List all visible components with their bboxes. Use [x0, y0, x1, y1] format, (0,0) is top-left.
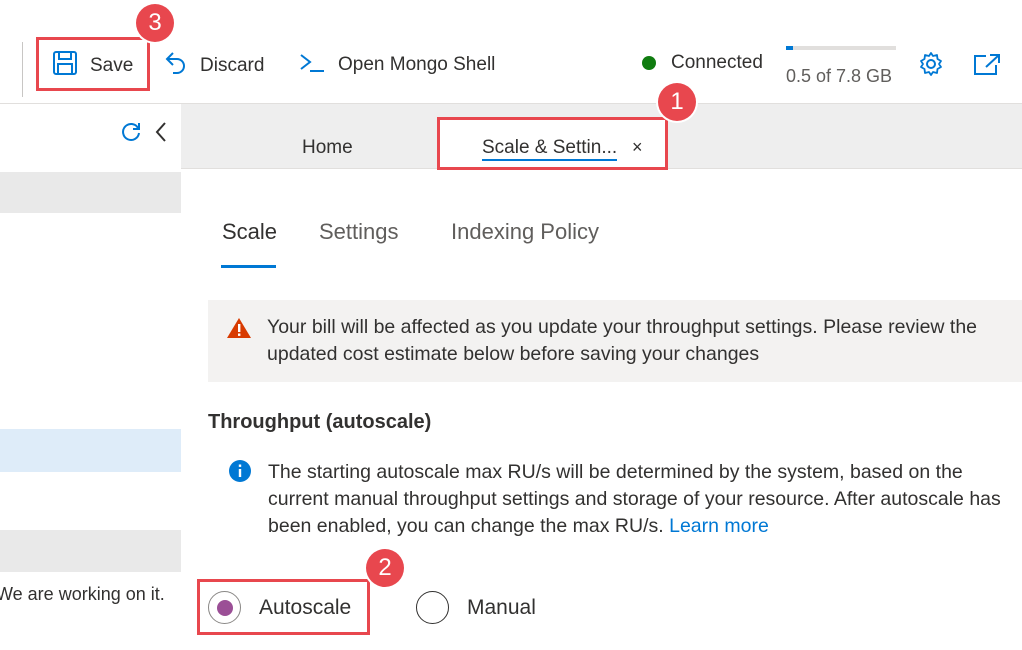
chevron-left-icon[interactable]	[154, 120, 168, 149]
undo-icon	[164, 50, 188, 82]
warning-icon	[226, 316, 252, 345]
autoscale-info-text: The starting autoscale max RU/s will be …	[268, 459, 1022, 540]
discard-label: Discard	[200, 55, 265, 76]
active-subtab-indicator	[221, 265, 276, 268]
throughput-section-title: Throughput (autoscale)	[208, 411, 432, 433]
storage-progress-bar	[786, 46, 896, 50]
connection-status-label: Connected	[671, 52, 763, 73]
info-icon	[228, 459, 252, 488]
warning-text: Your bill will be affected as you update…	[267, 316, 978, 365]
autoscale-info-body: The starting autoscale max RU/s will be …	[268, 461, 1001, 537]
callout-badge-2: 2	[366, 549, 404, 587]
callout-badge-1: 1	[658, 83, 696, 121]
discard-button[interactable]: Discard	[164, 50, 264, 82]
learn-more-link[interactable]: Learn more	[669, 515, 769, 537]
callout-box-tab	[437, 117, 668, 170]
terminal-icon	[298, 50, 326, 80]
open-in-new-icon[interactable]	[972, 52, 1002, 81]
storage-usage-text: 0.5 of 7.8 GB	[786, 66, 893, 86]
resource-tree-panel: We are working on it.	[0, 104, 181, 650]
tree-item[interactable]	[0, 172, 181, 213]
manual-radio-label: Manual	[467, 595, 536, 619]
open-mongo-shell-button[interactable]: Open Mongo Shell	[298, 50, 495, 80]
refresh-icon[interactable]	[119, 120, 143, 149]
connection-status: Connected	[642, 52, 763, 74]
manual-radio[interactable]: Manual	[416, 591, 536, 624]
storage-progress-fill	[786, 46, 794, 50]
mongo-shell-label: Open Mongo Shell	[338, 54, 496, 75]
connected-status-dot	[642, 56, 656, 70]
tree-item[interactable]	[0, 530, 181, 572]
subtab-indexing-policy[interactable]: Indexing Policy	[451, 219, 599, 245]
manual-radio-circle[interactable]	[416, 591, 449, 624]
gear-icon[interactable]	[918, 51, 944, 82]
callout-badge-3: 3	[136, 4, 174, 42]
tab-home[interactable]: Home	[302, 137, 353, 159]
callout-box-save	[36, 37, 150, 91]
tree-item-selected[interactable]	[0, 429, 181, 472]
callout-box-autoscale	[197, 579, 370, 635]
command-bar-divider	[22, 42, 23, 97]
subtab-settings[interactable]: Settings	[319, 219, 399, 245]
storage-usage: 0.5 of 7.8 GB	[786, 46, 896, 87]
warning-message-bar: Your bill will be affected as you update…	[208, 300, 1022, 382]
subtab-scale[interactable]: Scale	[222, 219, 277, 245]
loading-message: We are working on it.	[0, 584, 165, 604]
